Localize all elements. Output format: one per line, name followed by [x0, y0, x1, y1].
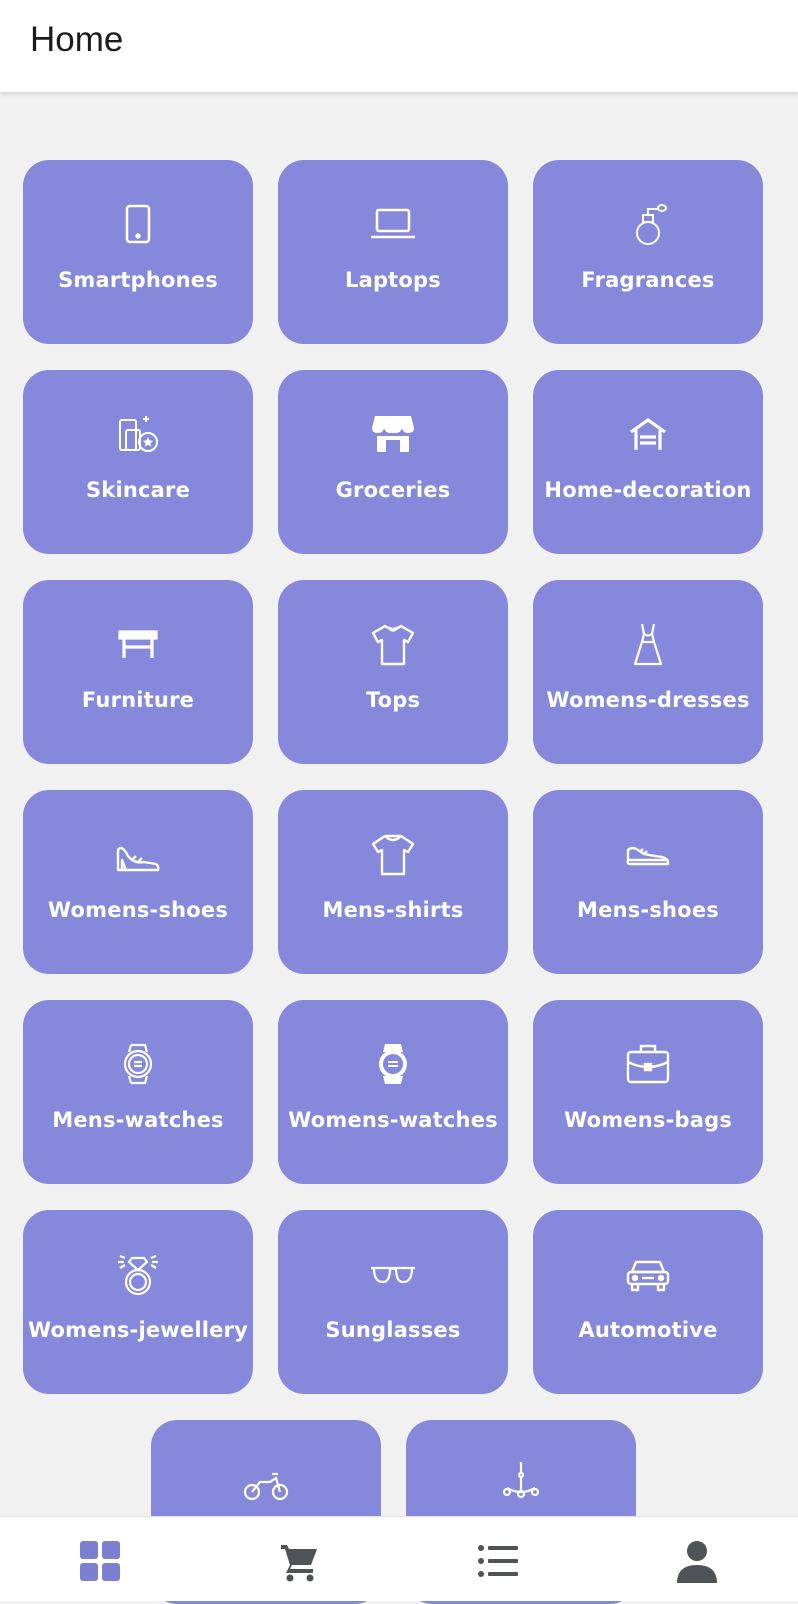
- category-label: Womens-jewellery: [27, 1318, 249, 1342]
- smartwatch-icon: [379, 1044, 407, 1084]
- bag-icon: [626, 1044, 670, 1084]
- category-tile-womens-dresses[interactable]: Womens-dresses: [533, 580, 763, 764]
- category-tile-sunglasses[interactable]: Sunglasses: [278, 1210, 508, 1394]
- store-icon: [372, 416, 414, 452]
- skincare-icon: [119, 416, 158, 452]
- category-label: Mens-shirts: [322, 898, 464, 922]
- high-heel-icon: [116, 846, 160, 872]
- category-label: Skincare: [85, 478, 191, 502]
- category-label: Sunglasses: [325, 1318, 461, 1342]
- category-tile-groceries[interactable]: Groceries: [278, 370, 508, 554]
- laptop-icon: [371, 208, 415, 239]
- category-label: Mens-shoes: [577, 898, 719, 922]
- category-tile-womens-bags[interactable]: Womens-bags: [533, 1000, 763, 1184]
- category-label: Womens-shoes: [47, 898, 229, 922]
- category-tile-automotive[interactable]: Automotive: [533, 1210, 763, 1394]
- category-tile-mens-shirts[interactable]: Mens-shirts: [278, 790, 508, 974]
- category-label: Womens-dresses: [546, 688, 750, 712]
- t-shirt-icon: [371, 624, 415, 666]
- house-icon: [630, 418, 666, 450]
- category-tile-womens-shoes[interactable]: Womens-shoes: [23, 790, 253, 974]
- nav-item-profile[interactable]: [597, 1517, 796, 1601]
- category-tile-smartphones[interactable]: Smartphones: [23, 160, 253, 344]
- category-label: Smartphones: [58, 268, 218, 292]
- category-tile-tops[interactable]: Tops: [278, 580, 508, 764]
- category-label: Womens-watches: [288, 1108, 498, 1132]
- list-icon: [477, 1545, 518, 1577]
- category-label: Tops: [365, 688, 421, 712]
- sneaker-icon: [626, 846, 670, 866]
- category-label: Fragrances: [581, 268, 715, 292]
- grid-icon: [79, 1541, 120, 1581]
- category-label: Home-decoration: [544, 478, 752, 502]
- page-title: Home: [30, 20, 124, 59]
- category-label: Womens-bags: [563, 1108, 733, 1132]
- category-tile-laptops[interactable]: Laptops: [278, 160, 508, 344]
- shirt-icon: [371, 834, 415, 876]
- smartphone-icon: [125, 204, 151, 244]
- chandelier-icon: [502, 1462, 540, 1499]
- table-icon: [118, 630, 158, 658]
- category-tile-womens-watches[interactable]: Womens-watches: [278, 1000, 508, 1184]
- person-icon: [676, 1541, 717, 1583]
- category-tile-furniture[interactable]: Furniture: [23, 580, 253, 764]
- category-label: Groceries: [335, 478, 451, 502]
- ring-icon: [118, 1254, 158, 1296]
- nav-item-orders[interactable]: [398, 1517, 597, 1601]
- cart-icon: [280, 1545, 317, 1582]
- category-tile-womens-jewellery[interactable]: Womens-jewellery: [23, 1210, 253, 1394]
- category-tile-mens-shoes[interactable]: Mens-shoes: [533, 790, 763, 974]
- sunglasses-icon: [371, 1266, 415, 1284]
- app-bar: Home: [0, 0, 798, 92]
- car-icon: [626, 1260, 670, 1292]
- category-tile-home-decoration[interactable]: Home-decoration: [533, 370, 763, 554]
- perfume-icon: [636, 204, 667, 245]
- watch-icon: [123, 1043, 153, 1085]
- dress-icon: [633, 623, 663, 666]
- category-label: Furniture: [81, 688, 195, 712]
- category-tile-skincare[interactable]: Skincare: [23, 370, 253, 554]
- category-tile-mens-watches[interactable]: Mens-watches: [23, 1000, 253, 1184]
- nav-item-home[interactable]: [0, 1517, 199, 1601]
- category-label: Laptops: [345, 268, 441, 292]
- category-label: Automotive: [578, 1318, 718, 1342]
- category-label: Mens-watches: [52, 1108, 224, 1132]
- nav-item-cart[interactable]: [199, 1517, 398, 1601]
- category-tile-fragrances[interactable]: Fragrances: [533, 160, 763, 344]
- motorcycle-icon: [243, 1472, 289, 1501]
- bottom-navigation: [0, 1516, 798, 1601]
